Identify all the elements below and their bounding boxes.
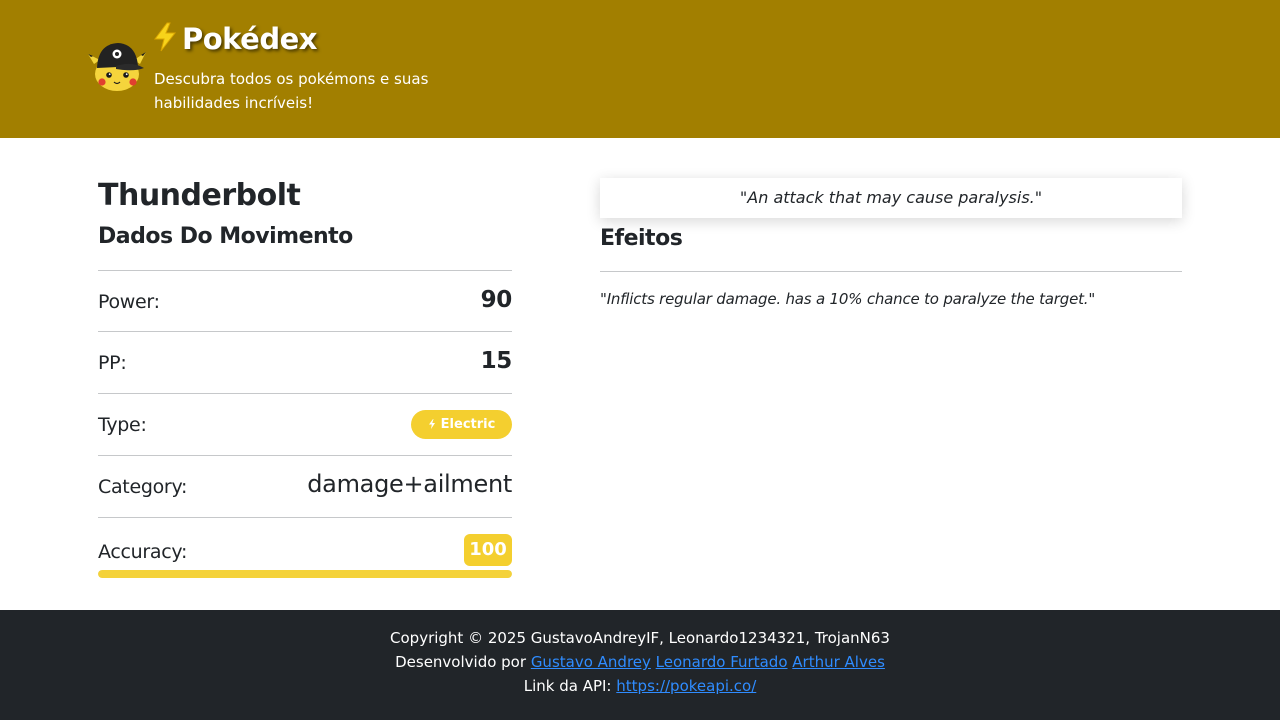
stat-label: Type:	[98, 414, 147, 436]
lightning-bolt-icon	[154, 22, 177, 52]
app-title: Pokédex	[152, 22, 318, 56]
developed-by-label: Desenvolvido por	[395, 653, 527, 671]
site-footer: Copyright © 2025 GustavoAndreyIF, Leonar…	[0, 610, 1280, 720]
move-data-heading: Dados Do Movimento	[98, 224, 353, 249]
stat-row-pp: PP: 15	[98, 331, 512, 393]
category-value: damage+ailment	[307, 470, 512, 498]
api-label: Link da API:	[523, 677, 612, 695]
developers-line: Desenvolvido por Gustavo Andrey Leonardo…	[0, 652, 1280, 672]
copyright-text: Copyright © 2025 GustavoAndreyIF, Leonar…	[390, 629, 890, 647]
stat-label: Power:	[98, 291, 160, 313]
divider	[600, 271, 1182, 272]
accuracy-bar-fill	[98, 570, 512, 578]
developer-link-leonardo[interactable]: Leonardo Furtado	[656, 653, 788, 671]
flavor-text-card: "An attack that may cause paralysis."	[600, 178, 1182, 218]
app-subtitle: Descubra todos os pokémons e suas habili…	[154, 70, 429, 112]
pikachu-cap-icon	[88, 43, 146, 91]
api-line: Link da API: https://pokeapi.co/	[0, 676, 1280, 696]
stat-row-power: Power: 90	[98, 270, 512, 332]
effects-heading: Efeitos	[600, 226, 683, 251]
developer-link-arthur[interactable]: Arthur Alves	[792, 653, 885, 671]
stat-label: Accuracy:	[98, 541, 188, 563]
stat-label: Category:	[98, 476, 188, 498]
site-header: Pokédex Descubra todos os pokémons e sua…	[0, 0, 1280, 138]
effect-description: "Inflicts regular damage. has a 10% chan…	[600, 290, 1096, 308]
move-name: Thunderbolt	[98, 178, 301, 213]
electric-type-icon	[428, 419, 435, 429]
power-value: 90	[480, 287, 513, 313]
stat-label: PP:	[98, 352, 127, 374]
api-link[interactable]: https://pokeapi.co/	[616, 677, 756, 695]
stat-row-type: Type: Electric	[98, 393, 512, 455]
accuracy-bar	[98, 570, 512, 578]
developer-link-gustavo[interactable]: Gustavo Andrey	[531, 653, 651, 671]
accuracy-badge: 100	[464, 534, 512, 566]
stat-row-category: Category: damage+ailment	[98, 455, 512, 517]
type-badge: Electric	[411, 410, 512, 439]
type-badge-label: Electric	[440, 417, 496, 432]
pp-value: 15	[480, 348, 513, 374]
app-title-text: Pokédex	[182, 22, 318, 56]
